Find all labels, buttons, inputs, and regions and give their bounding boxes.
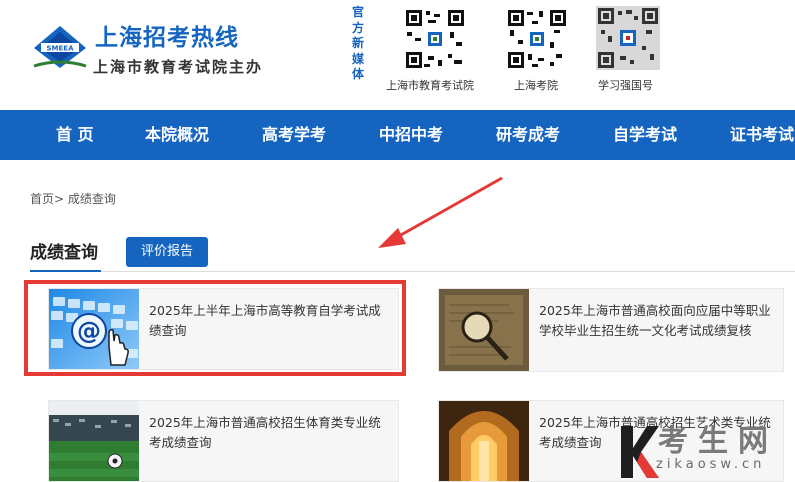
qr-code-icon bbox=[506, 8, 568, 70]
report-button[interactable]: 评价报告 bbox=[126, 237, 208, 267]
magnifier-icon bbox=[439, 289, 529, 371]
page: SMEEA 上海招考热线 上海市教育考试院主办 官方新媒体 上海市教育考试院 上… bbox=[0, 0, 795, 482]
smeea-logo-icon[interactable]: SMEEA bbox=[32, 24, 88, 70]
breadcrumb-separator: > bbox=[54, 192, 65, 206]
nav-item-certificate[interactable]: 证书考试 bbox=[730, 110, 794, 160]
nav-item-home[interactable]: 首 页 bbox=[56, 110, 94, 160]
main-nav: 首 页 本院概况 高考学考 中招中考 研考成考 自学考试 证书考试 bbox=[0, 110, 795, 160]
section-title[interactable]: 成绩查询 bbox=[30, 238, 98, 263]
result-card[interactable]: 2025年上海市普通高校招生体育类专业统考成绩查询 bbox=[48, 400, 399, 482]
card-title[interactable]: 2025年上海市普通高校面向应届中等职业学校毕业生招生统一文化考试成绩复核 bbox=[539, 301, 777, 341]
watermark-text: 考生网 bbox=[658, 424, 778, 459]
site-title[interactable]: 上海招考热线 bbox=[95, 18, 239, 52]
nav-item-yankao[interactable]: 研考成考 bbox=[496, 110, 560, 160]
nav-item-zhongkao[interactable]: 中招中考 bbox=[379, 110, 443, 160]
nav-item-zikao[interactable]: 自学考试 bbox=[613, 110, 677, 160]
nav-item-gaokao[interactable]: 高考学考 bbox=[262, 110, 326, 160]
arch-icon bbox=[439, 401, 529, 481]
qr-code-icon bbox=[404, 8, 466, 70]
media-label: 官方新媒体 bbox=[351, 5, 364, 81]
arrow-annotation-icon bbox=[378, 176, 503, 248]
qr-caption: 上海考院 bbox=[514, 79, 558, 92]
result-card[interactable]: 2025年上海市普通高校面向应届中等职业学校毕业生招生统一文化考试成绩复核 bbox=[438, 288, 784, 372]
qr-code-icon bbox=[596, 6, 660, 70]
highlight-annotation-box bbox=[24, 280, 406, 376]
emblem-text: SMEEA bbox=[47, 45, 75, 53]
breadcrumb: 首页> 成绩查询 bbox=[30, 190, 116, 207]
watermark-url: zikaosw.cn bbox=[656, 457, 766, 472]
card-title[interactable]: 2025年上海市普通高校招生体育类专业统考成绩查询 bbox=[149, 413, 392, 453]
site-header: SMEEA 上海招考热线 上海市教育考试院主办 官方新媒体 上海市教育考试院 上… bbox=[0, 0, 795, 110]
stadium-icon bbox=[49, 401, 139, 481]
nav-item-about[interactable]: 本院概况 bbox=[145, 110, 209, 160]
qr-caption: 学习强国号 bbox=[598, 79, 653, 92]
site-subtitle: 上海市教育考试院主办 bbox=[93, 58, 264, 76]
active-tab-underline bbox=[30, 270, 101, 272]
breadcrumb-current: 成绩查询 bbox=[67, 192, 116, 206]
qr-caption: 上海市教育考试院 bbox=[386, 79, 474, 92]
breadcrumb-home[interactable]: 首页 bbox=[30, 192, 54, 206]
divider bbox=[30, 271, 795, 272]
